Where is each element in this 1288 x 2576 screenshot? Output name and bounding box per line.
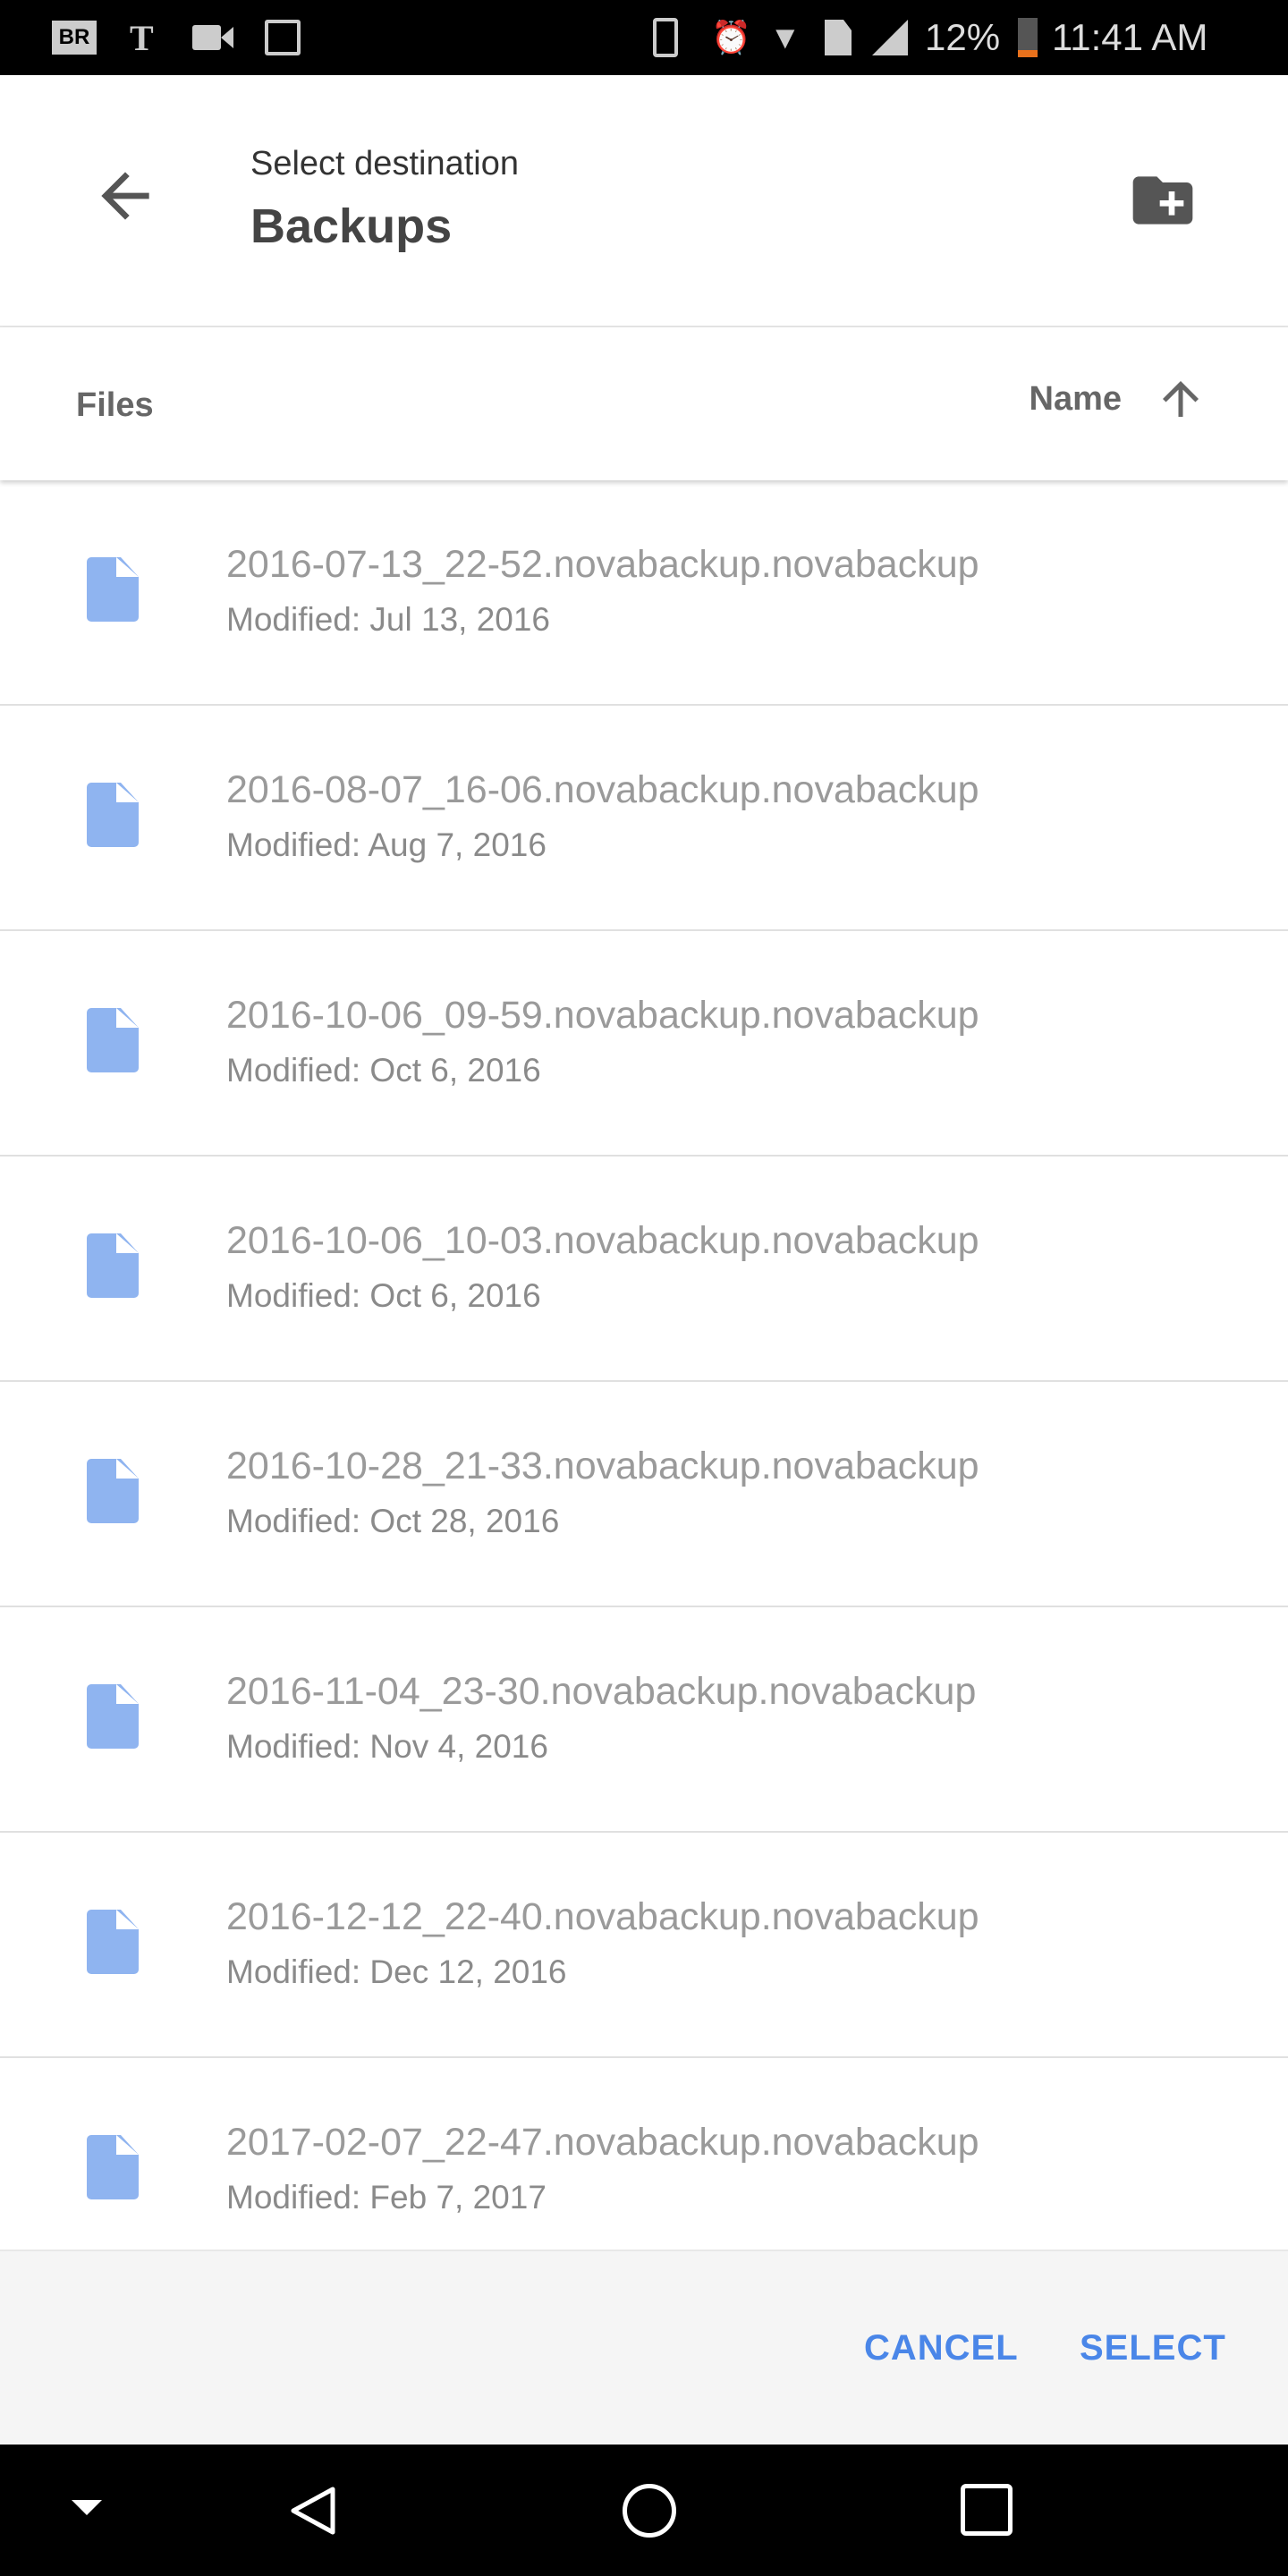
signal-icon (872, 20, 908, 55)
file-name: 2016-10-28_21-33.novabackup.novabackup (226, 1445, 979, 1487)
sort-label: Name (1029, 379, 1123, 418)
bleacher-report-icon: BR (52, 20, 97, 55)
file-list-item[interactable]: 2016-10-06_10-03.novabackup.novabackup M… (0, 1157, 1288, 1382)
arrow-up-icon (1163, 381, 1199, 417)
file-modified: Modified: Aug 7, 2016 (226, 826, 547, 863)
file-name: 2016-10-06_10-03.novabackup.novabackup (226, 1219, 979, 1262)
file-list[interactable]: 2016-07-13_22-52.novabackup.novabackup M… (0, 480, 1288, 2250)
file-list-item[interactable]: 2016-11-04_23-30.novabackup.novabackup M… (0, 1607, 1288, 1833)
sort-button[interactable]: Name (1030, 372, 1208, 426)
file-modified: Modified: Jul 13, 2016 (226, 601, 551, 638)
file-name: 2016-12-12_22-40.novabackup.novabackup (226, 1895, 979, 1938)
file-list-item[interactable]: 2016-10-06_09-59.novabackup.novabackup M… (0, 931, 1288, 1157)
home-nav-icon[interactable] (623, 2484, 676, 2538)
wifi-icon: ▼ (769, 19, 801, 55)
file-name: 2017-02-07_22-47.novabackup.novabackup (226, 2121, 979, 2164)
file-list-item[interactable]: 2016-10-28_21-33.novabackup.novabackup M… (0, 1382, 1288, 1607)
file-icon (87, 2135, 139, 2204)
nyt-icon: T (130, 17, 154, 58)
create-new-folder-icon (1132, 176, 1193, 225)
file-icon (87, 1008, 139, 1077)
back-button[interactable] (89, 160, 161, 232)
file-list-item[interactable]: 2016-08-07_16-06.novabackup.novabackup M… (0, 706, 1288, 931)
file-modified: Modified: Feb 7, 2017 (226, 2179, 547, 2216)
file-icon (87, 557, 139, 626)
app-header: Select destination Backups (0, 75, 1288, 327)
back-nav-icon[interactable] (286, 2484, 340, 2542)
file-modified: Modified: Oct 6, 2016 (226, 1052, 541, 1089)
file-icon (87, 1459, 139, 1528)
header-subtitle: Select destination (250, 145, 519, 182)
hide-keyboard-icon[interactable] (72, 2500, 102, 2515)
navigation-bar (0, 2445, 1288, 2576)
file-modified: Modified: Oct 6, 2016 (226, 1277, 541, 1314)
vibrate-icon (653, 18, 678, 57)
back-arrow-icon (101, 172, 149, 220)
alarm-icon: ⏰ (711, 19, 751, 55)
file-icon (87, 783, 139, 852)
sort-bar: Files Name (0, 327, 1288, 480)
file-name: 2016-11-04_23-30.novabackup.novabackup (226, 1670, 977, 1713)
dialog-footer: CANCEL SELECT (0, 2250, 1288, 2445)
file-list-item[interactable]: 2016-07-13_22-52.novabackup.novabackup M… (0, 480, 1288, 706)
file-modified: Modified: Dec 12, 2016 (226, 1953, 567, 1990)
file-icon (87, 1684, 139, 1753)
video-icon (192, 20, 233, 55)
file-modified: Modified: Oct 28, 2016 (226, 1503, 560, 1539)
select-button[interactable]: SELECT (1080, 2328, 1226, 2368)
battery-icon (1018, 18, 1038, 57)
file-icon (87, 1233, 139, 1302)
cancel-button[interactable]: CANCEL (864, 2328, 1019, 2368)
file-name: 2016-08-07_16-06.novabackup.novabackup (226, 768, 979, 811)
page-title: Backups (250, 199, 453, 253)
file-icon (87, 1910, 139, 1979)
status-bar: BR T ⏰ ▼ 12% 11:41 AM (0, 0, 1288, 75)
recents-nav-icon[interactable] (961, 2484, 1013, 2536)
clock: 11:41 AM (1052, 16, 1208, 58)
file-modified: Modified: Nov 4, 2016 (226, 1728, 548, 1765)
file-name: 2016-10-06_09-59.novabackup.novabackup (226, 994, 979, 1037)
battery-percent: 12% (925, 16, 1001, 58)
no-sim-icon (825, 20, 852, 55)
file-list-item[interactable]: 2016-12-12_22-40.novabackup.novabackup M… (0, 1833, 1288, 2058)
image-icon (265, 20, 301, 55)
section-label: Files (76, 386, 154, 424)
file-list-item[interactable]: 2017-02-07_22-47.novabackup.novabackup M… (0, 2058, 1288, 2250)
file-name: 2016-07-13_22-52.novabackup.novabackup (226, 543, 979, 586)
new-folder-button[interactable] (1127, 165, 1199, 236)
